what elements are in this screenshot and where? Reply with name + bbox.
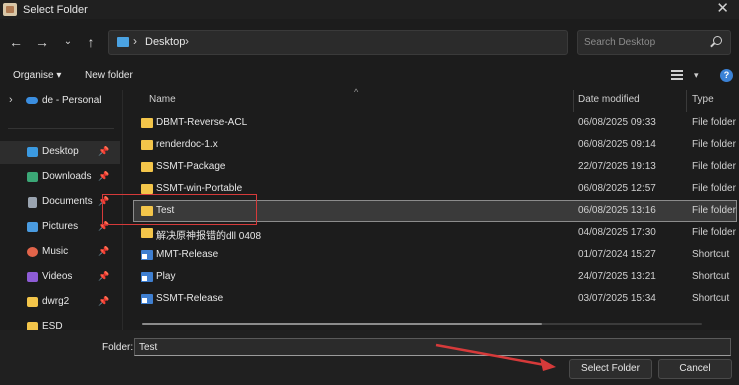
arrow-shaft <box>435 343 546 367</box>
arrow-head <box>540 358 556 371</box>
annotation-arrow <box>435 343 556 371</box>
